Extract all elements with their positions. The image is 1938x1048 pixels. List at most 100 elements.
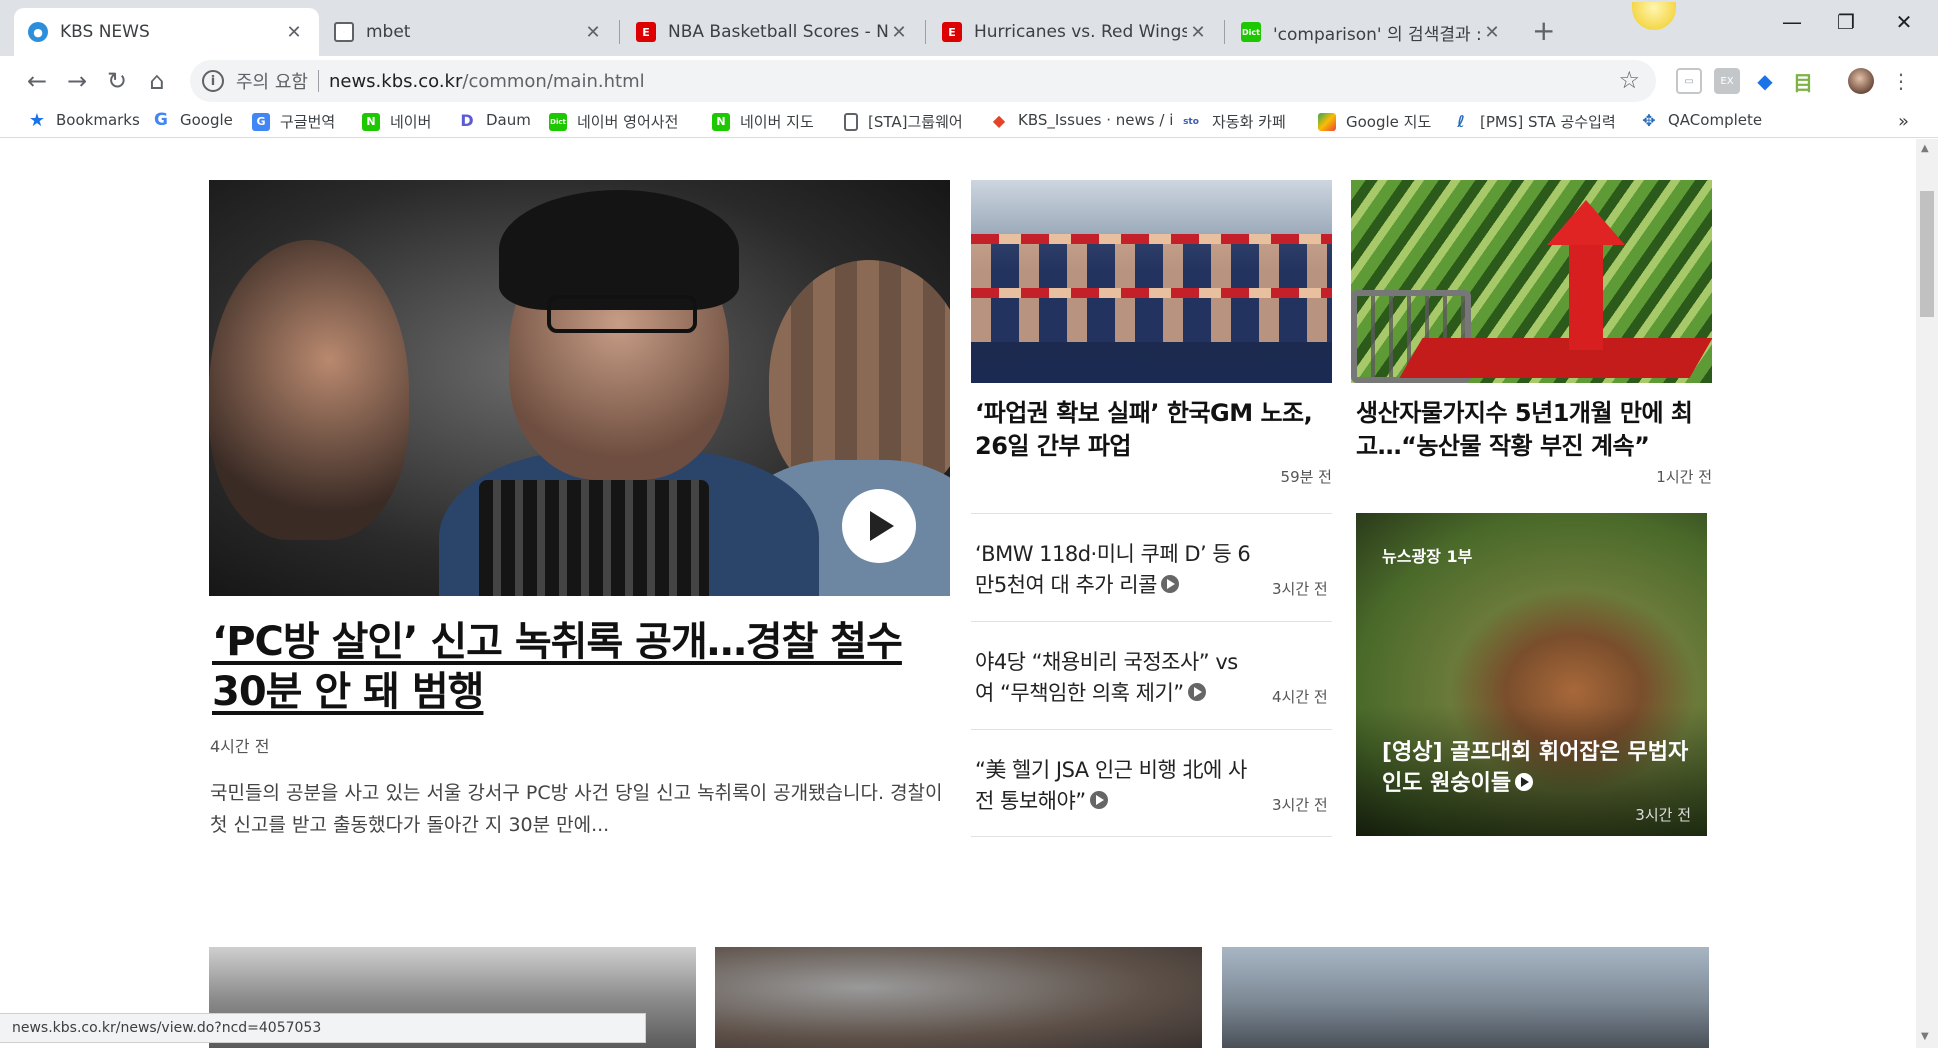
bookmark-label: 자동화 카페 [1212, 113, 1286, 131]
daum-icon: D [460, 110, 474, 130]
bookmark-item[interactable]: Google 지도 [1318, 111, 1431, 132]
list-divider [971, 729, 1332, 730]
news-card-image[interactable] [1222, 947, 1709, 1048]
news-card-image[interactable] [715, 947, 1202, 1048]
play-icon [1187, 683, 1206, 701]
bookmark-star-icon[interactable]: ☆ [1618, 66, 1640, 94]
close-icon[interactable]: ✕ [582, 22, 604, 43]
bookmark-item[interactable]: ★ Bookmarks [28, 110, 140, 131]
restore-icon[interactable]: ❐ [1826, 10, 1866, 34]
bookmark-item[interactable]: Dict 네이버 영어사전 [549, 111, 678, 132]
back-icon[interactable]: ← [20, 64, 54, 98]
status-bar-url: news.kbs.co.kr/news/view.do?ncd=4057053 [0, 1013, 646, 1043]
news-card-title[interactable]: 생산자물가지수 5년1개월 만에 최고…“농산물 작황 부진 계속” [1356, 397, 1712, 463]
image-detail [1399, 338, 1712, 378]
list-divider [971, 621, 1332, 622]
bookmark-label: [PMS] STA 공수입력 [1480, 113, 1616, 131]
headline-summary[interactable]: 국민들의 공분을 사고 있는 서울 강서구 PC방 사건 당일 신고 녹취록이 … [210, 777, 950, 841]
minimize-icon[interactable]: — [1772, 10, 1812, 34]
bookmark-item[interactable]: N 네이버 [362, 111, 431, 132]
bookmark-label: Daum [486, 111, 531, 129]
url-path: /common/main.html [462, 70, 645, 92]
play-icon[interactable] [842, 489, 916, 563]
close-icon[interactable]: ✕ [283, 22, 305, 43]
video-card-time: 3시간 전 [1635, 806, 1691, 824]
tab-separator [925, 20, 926, 44]
bookmark-label: QAComplete [1668, 111, 1763, 129]
pms-icon: ℓ [1457, 112, 1465, 131]
extension-diamond-icon[interactable]: ◆ [1752, 68, 1778, 94]
page-scrollbar[interactable]: ▲ ▼ [1916, 139, 1938, 1048]
video-card-title[interactable]: [영상] 골프대회 휘어잡은 무법자 인도 원숭이들 [1382, 737, 1692, 799]
bookmark-item[interactable]: D Daum [458, 110, 531, 130]
news-card-image[interactable] [1351, 180, 1712, 383]
up-arrow-graphic [1569, 240, 1603, 350]
espn-icon: E [636, 22, 656, 42]
reload-icon[interactable]: ↻ [100, 64, 134, 98]
espn-icon: E [942, 22, 962, 42]
bookmark-item[interactable]: ◆ KBS_Issues · news / i [990, 110, 1174, 130]
bookmark-label: [STA]그룹웨어 [868, 113, 963, 131]
info-icon[interactable]: i [202, 70, 224, 92]
tab-separator [1224, 20, 1225, 44]
forward-icon[interactable]: → [60, 64, 94, 98]
image-detail [971, 292, 1332, 342]
image-detail [971, 288, 1332, 298]
menu-icon[interactable]: ⋮ [1888, 68, 1914, 94]
list-item-title[interactable]: “美 헬기 JSA 인근 비행 北에 사전 통보해야” [975, 755, 1255, 817]
tab-mbet[interactable]: mbet ✕ [320, 8, 618, 56]
browser-toolbar: ← → ↻ ⌂ i 주의 요함 news.kbs.co.kr /common/m… [0, 56, 1938, 106]
tab-nba-scores[interactable]: E NBA Basketball Scores - NBA Sc ✕ [622, 8, 924, 56]
profile-avatar[interactable] [1848, 68, 1874, 94]
extension-icon[interactable]: ▭ [1676, 68, 1702, 94]
bookmark-item[interactable]: G Google [152, 110, 233, 130]
scroll-down-icon[interactable]: ▼ [1921, 1031, 1929, 1042]
scroll-up-icon[interactable]: ▲ [1921, 143, 1929, 154]
bookmark-item[interactable]: G 구글번역 [252, 111, 335, 132]
headline-image[interactable] [209, 180, 950, 596]
tab-hurricanes-red-wings[interactable]: E Hurricanes vs. Red Wings - Live ✕ [928, 8, 1223, 56]
cafe-icon: sto [1183, 116, 1199, 127]
close-icon[interactable]: ✕ [888, 22, 910, 43]
list-item-time: 4시간 전 [1272, 688, 1328, 706]
bookmark-item[interactable]: sto 자동화 카페 [1180, 111, 1286, 132]
bookmark-item[interactable]: [STA]그룹웨어 [844, 111, 963, 132]
tab-naver-dictionary[interactable]: Dict 'comparison' 의 검색결과 : 네이 ✕ [1227, 8, 1517, 56]
bookmark-item[interactable]: ℓ [PMS] STA 공수입력 [1452, 111, 1616, 132]
qacomplete-icon: ✥ [1642, 110, 1656, 130]
gitlab-icon: ◆ [992, 110, 1006, 130]
tab-title: Hurricanes vs. Red Wings - Live [974, 22, 1187, 42]
google-maps-icon [1318, 112, 1336, 131]
bookmark-label: Google 지도 [1346, 113, 1432, 131]
news-card-image[interactable] [971, 180, 1332, 383]
video-card[interactable]: 뉴스광장 1부 [영상] 골프대회 휘어잡은 무법자 인도 원숭이들 3시간 전 [1356, 513, 1707, 836]
tab-kbs-news[interactable]: ● KBS NEWS ✕ [14, 8, 319, 56]
address-divider [317, 70, 319, 92]
close-icon[interactable]: ✕ [1481, 22, 1503, 43]
play-icon [1160, 575, 1179, 593]
bookmarks-overflow-button[interactable]: » [1898, 111, 1909, 132]
list-item-title[interactable]: ‘BMW 118d·미니 쿠페 D’ 등 6만5천여 대 추가 리콜 [975, 539, 1255, 601]
bookmark-item[interactable]: N 네이버 지도 [712, 111, 814, 132]
list-divider [971, 513, 1332, 514]
scrollbar-thumb[interactable] [1920, 191, 1934, 317]
window-close-icon[interactable]: ✕ [1884, 10, 1924, 34]
bookmark-label: 네이버 [390, 113, 432, 131]
extension-ex-icon[interactable]: EX [1714, 68, 1740, 94]
headline-title[interactable]: ‘PC방 살인’ 신고 녹취록 공개…경찰 철수 30분 안 돼 범행 [212, 617, 942, 717]
page-viewport: ‘PC방 살인’ 신고 녹취록 공개…경찰 철수 30분 안 돼 범행 4시간 … [0, 139, 1916, 1048]
new-tab-button[interactable]: + [1532, 14, 1555, 47]
theme-sun-decoration [1632, 2, 1676, 30]
home-icon[interactable]: ⌂ [140, 64, 174, 98]
list-item-title[interactable]: 야4당 “채용비리 국정조사” vs 여 “무책임한 의혹 제기” [975, 647, 1255, 709]
address-bar[interactable]: i 주의 요함 news.kbs.co.kr /common/main.html… [190, 60, 1656, 102]
bookmark-item[interactable]: ✥ QAComplete [1640, 110, 1763, 130]
news-card-time: 1시간 전 [1656, 468, 1712, 486]
extension-ladder-icon[interactable]: 目 [1790, 68, 1816, 95]
news-card-title[interactable]: ‘파업권 확보 실패’ 한국GM 노조, 26일 간부 파업 [975, 397, 1325, 463]
close-icon[interactable]: ✕ [1187, 22, 1209, 43]
bookmark-label: Bookmarks [56, 111, 140, 129]
security-label[interactable]: 주의 요함 [236, 68, 308, 94]
list-item-text: “美 헬기 JSA 인근 비행 北에 사전 통보해야” [975, 758, 1247, 813]
page-icon [334, 22, 354, 42]
